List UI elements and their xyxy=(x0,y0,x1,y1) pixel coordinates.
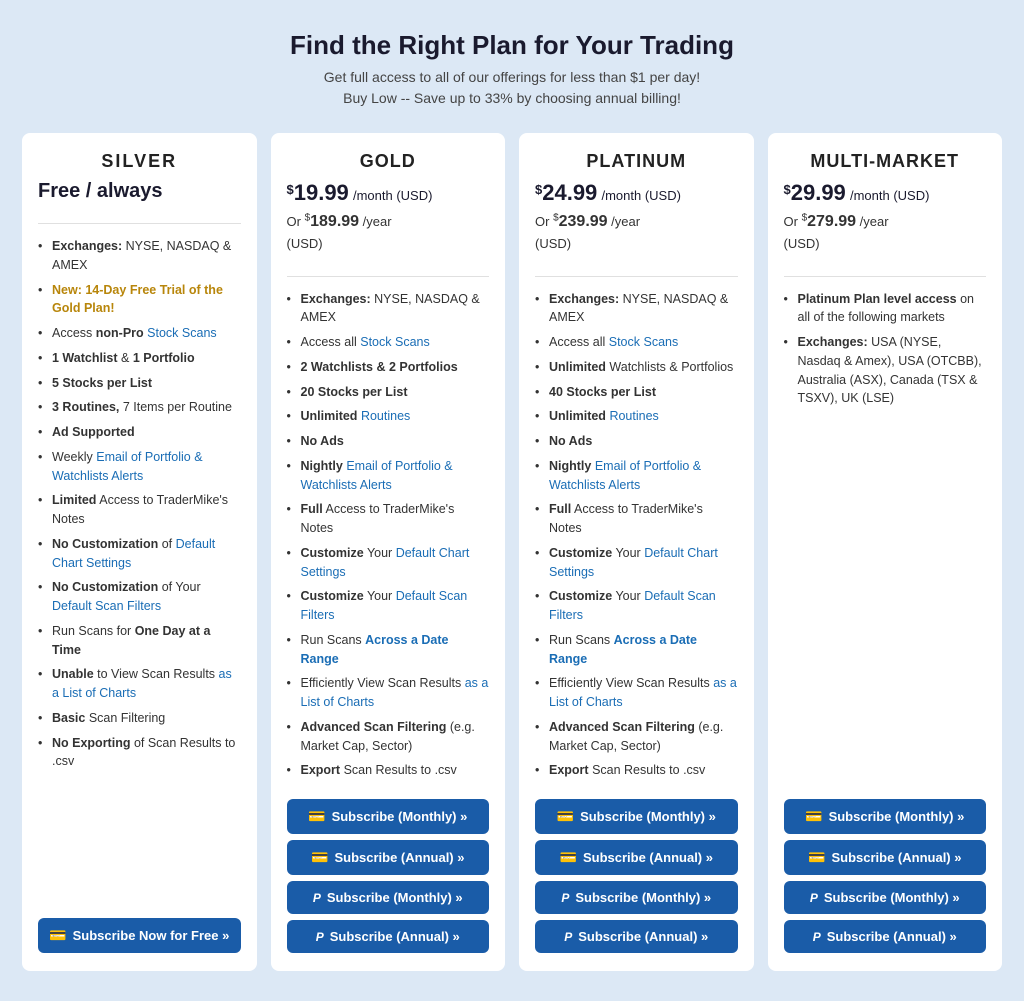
feature-item: No Customization of Your Default Scan Fi… xyxy=(38,575,241,619)
plan-gold-buttons: 💳 Subscribe (Monthly) » 💳 Subscribe (Ann… xyxy=(287,793,490,953)
feature-item: Unlimited Routines xyxy=(287,404,490,429)
feature-item: Export Scan Results to .csv xyxy=(535,758,738,783)
subscribe-gold-monthly-paypal-button[interactable]: P Subscribe (Monthly) » xyxy=(287,881,490,914)
feature-item: Platinum Plan level access on all of the… xyxy=(784,287,987,331)
page-subtitle: Get full access to all of our offerings … xyxy=(20,67,1004,109)
plan-multimarket-annual-price: Or $279.99 /year(USD) xyxy=(784,210,987,254)
feature-item: Nightly Email of Portfolio & Watchlists … xyxy=(287,454,490,498)
page-header: Find the Right Plan for Your Trading Get… xyxy=(20,30,1004,109)
feature-item: Unlimited Routines xyxy=(535,404,738,429)
plan-platinum-features: Exchanges: NYSE, NASDAQ & AMEX Access al… xyxy=(535,287,738,784)
plan-platinum-buttons: 💳 Subscribe (Monthly) » 💳 Subscribe (Ann… xyxy=(535,793,738,953)
subscribe-gold-monthly-card-button[interactable]: 💳 Subscribe (Monthly) » xyxy=(287,799,490,834)
feature-item: Full Access to TraderMike's Notes xyxy=(535,497,738,541)
feature-item: Efficiently View Scan Results as a List … xyxy=(287,671,490,715)
feature-item: Customize Your Default Scan Filters xyxy=(535,584,738,628)
feature-item: Run Scans Across a Date Range xyxy=(535,628,738,672)
feature-item: No Ads xyxy=(535,429,738,454)
plan-gold-monthly-price: $19.99 /month (USD) xyxy=(287,180,490,206)
feature-item: Advanced Scan Filtering (e.g. Market Cap… xyxy=(287,715,490,759)
feature-item: 40 Stocks per List xyxy=(535,380,738,405)
page-title: Find the Right Plan for Your Trading xyxy=(20,30,1004,61)
subscribe-multimarket-monthly-paypal-button[interactable]: P Subscribe (Monthly) » xyxy=(784,881,987,914)
feature-item: Full Access to TraderMike's Notes xyxy=(287,497,490,541)
paypal-icon: P xyxy=(813,930,821,944)
card-icon: 💳 xyxy=(557,808,574,825)
feature-item: Exchanges: NYSE, NASDAQ & AMEX xyxy=(287,287,490,331)
feature-item: Exchanges: USA (NYSE, Nasdaq & Amex), US… xyxy=(784,330,987,411)
subscribe-silver-free-button[interactable]: 💳 Subscribe Now for Free » xyxy=(38,918,241,953)
paypal-icon: P xyxy=(810,891,818,905)
plan-multimarket-buttons: 💳 Subscribe (Monthly) » 💳 Subscribe (Ann… xyxy=(784,793,987,953)
plan-silver: SILVER Free / always Exchanges: NYSE, NA… xyxy=(22,133,257,971)
plan-platinum: PLATINUM $24.99 /month (USD) Or $239.99 … xyxy=(519,133,754,971)
feature-item: Exchanges: NYSE, NASDAQ & AMEX xyxy=(38,234,241,278)
feature-item: Basic Scan Filtering xyxy=(38,706,241,731)
feature-item: Unable to View Scan Results as a List of… xyxy=(38,662,241,706)
subscribe-platinum-monthly-card-button[interactable]: 💳 Subscribe (Monthly) » xyxy=(535,799,738,834)
feature-item: Access all Stock Scans xyxy=(287,330,490,355)
plan-platinum-monthly-price: $24.99 /month (USD) xyxy=(535,180,738,206)
card-icon: 💳 xyxy=(808,849,825,866)
plan-silver-buttons: 💳 Subscribe Now for Free » xyxy=(38,912,241,953)
plan-gold-features: Exchanges: NYSE, NASDAQ & AMEX Access al… xyxy=(287,287,490,784)
feature-item: Access non-Pro Stock Scans xyxy=(38,321,241,346)
feature-item: Weekly Email of Portfolio & Watchlists A… xyxy=(38,445,241,489)
plan-platinum-annual-price: Or $239.99 /year(USD) xyxy=(535,210,738,254)
plan-platinum-name: PLATINUM xyxy=(535,151,738,172)
plan-gold-annual-price: Or $189.99 /year(USD) xyxy=(287,210,490,254)
feature-item: Ad Supported xyxy=(38,420,241,445)
feature-item: No Exporting of Scan Results to .csv xyxy=(38,731,241,775)
card-icon: 💳 xyxy=(560,849,577,866)
plan-multimarket-monthly-price: $29.99 /month (USD) xyxy=(784,180,987,206)
plan-multimarket-features: Platinum Plan level access on all of the… xyxy=(784,287,987,784)
feature-item: Customize Your Default Chart Settings xyxy=(535,541,738,585)
subscribe-multimarket-monthly-card-button[interactable]: 💳 Subscribe (Monthly) » xyxy=(784,799,987,834)
feature-item: Unlimited Watchlists & Portfolios xyxy=(535,355,738,380)
paypal-icon: P xyxy=(564,930,572,944)
paypal-icon: P xyxy=(561,891,569,905)
subscribe-platinum-monthly-paypal-button[interactable]: P Subscribe (Monthly) » xyxy=(535,881,738,914)
feature-item: Run Scans for One Day at a Time xyxy=(38,619,241,663)
card-icon: 💳 xyxy=(49,927,66,944)
subscribe-multimarket-annual-paypal-button[interactable]: P Subscribe (Annual) » xyxy=(784,920,987,953)
paypal-icon: P xyxy=(313,891,321,905)
feature-item: 2 Watchlists & 2 Portfolios xyxy=(287,355,490,380)
subscribe-gold-annual-paypal-button[interactable]: P Subscribe (Annual) » xyxy=(287,920,490,953)
feature-item: No Customization of Default Chart Settin… xyxy=(38,532,241,576)
subscribe-multimarket-annual-card-button[interactable]: 💳 Subscribe (Annual) » xyxy=(784,840,987,875)
feature-item: Customize Your Default Chart Settings xyxy=(287,541,490,585)
feature-item: Nightly Email of Portfolio & Watchlists … xyxy=(535,454,738,498)
plan-gold: GOLD $19.99 /month (USD) Or $189.99 /yea… xyxy=(271,133,506,971)
feature-item: Access all Stock Scans xyxy=(535,330,738,355)
plan-silver-features: Exchanges: NYSE, NASDAQ & AMEX New: 14-D… xyxy=(38,234,241,902)
feature-item: 20 Stocks per List xyxy=(287,380,490,405)
plan-multimarket: MULTI-MARKET $29.99 /month (USD) Or $279… xyxy=(768,133,1003,971)
subscribe-platinum-annual-card-button[interactable]: 💳 Subscribe (Annual) » xyxy=(535,840,738,875)
plan-silver-price: Free / always xyxy=(38,180,241,203)
subscribe-gold-annual-card-button[interactable]: 💳 Subscribe (Annual) » xyxy=(287,840,490,875)
feature-item: Run Scans Across a Date Range xyxy=(287,628,490,672)
feature-item: Exchanges: NYSE, NASDAQ & AMEX xyxy=(535,287,738,331)
plan-gold-name: GOLD xyxy=(287,151,490,172)
feature-item: 3 Routines, 7 Items per Routine xyxy=(38,395,241,420)
card-icon: 💳 xyxy=(805,808,822,825)
feature-item: New: 14-Day Free Trial of the Gold Plan! xyxy=(38,278,241,322)
card-icon: 💳 xyxy=(311,849,328,866)
plan-silver-name: SILVER xyxy=(38,151,241,172)
feature-item: 1 Watchlist & 1 Portfolio xyxy=(38,346,241,371)
subscribe-platinum-annual-paypal-button[interactable]: P Subscribe (Annual) » xyxy=(535,920,738,953)
plans-grid: SILVER Free / always Exchanges: NYSE, NA… xyxy=(22,133,1002,971)
feature-item: Efficiently View Scan Results as a List … xyxy=(535,671,738,715)
paypal-icon: P xyxy=(316,930,324,944)
plan-multimarket-name: MULTI-MARKET xyxy=(784,151,987,172)
feature-item: Limited Access to TraderMike's Notes xyxy=(38,488,241,532)
feature-item: Export Scan Results to .csv xyxy=(287,758,490,783)
feature-item: Customize Your Default Scan Filters xyxy=(287,584,490,628)
feature-item: Advanced Scan Filtering (e.g. Market Cap… xyxy=(535,715,738,759)
feature-item: 5 Stocks per List xyxy=(38,371,241,396)
feature-item: No Ads xyxy=(287,429,490,454)
card-icon: 💳 xyxy=(308,808,325,825)
